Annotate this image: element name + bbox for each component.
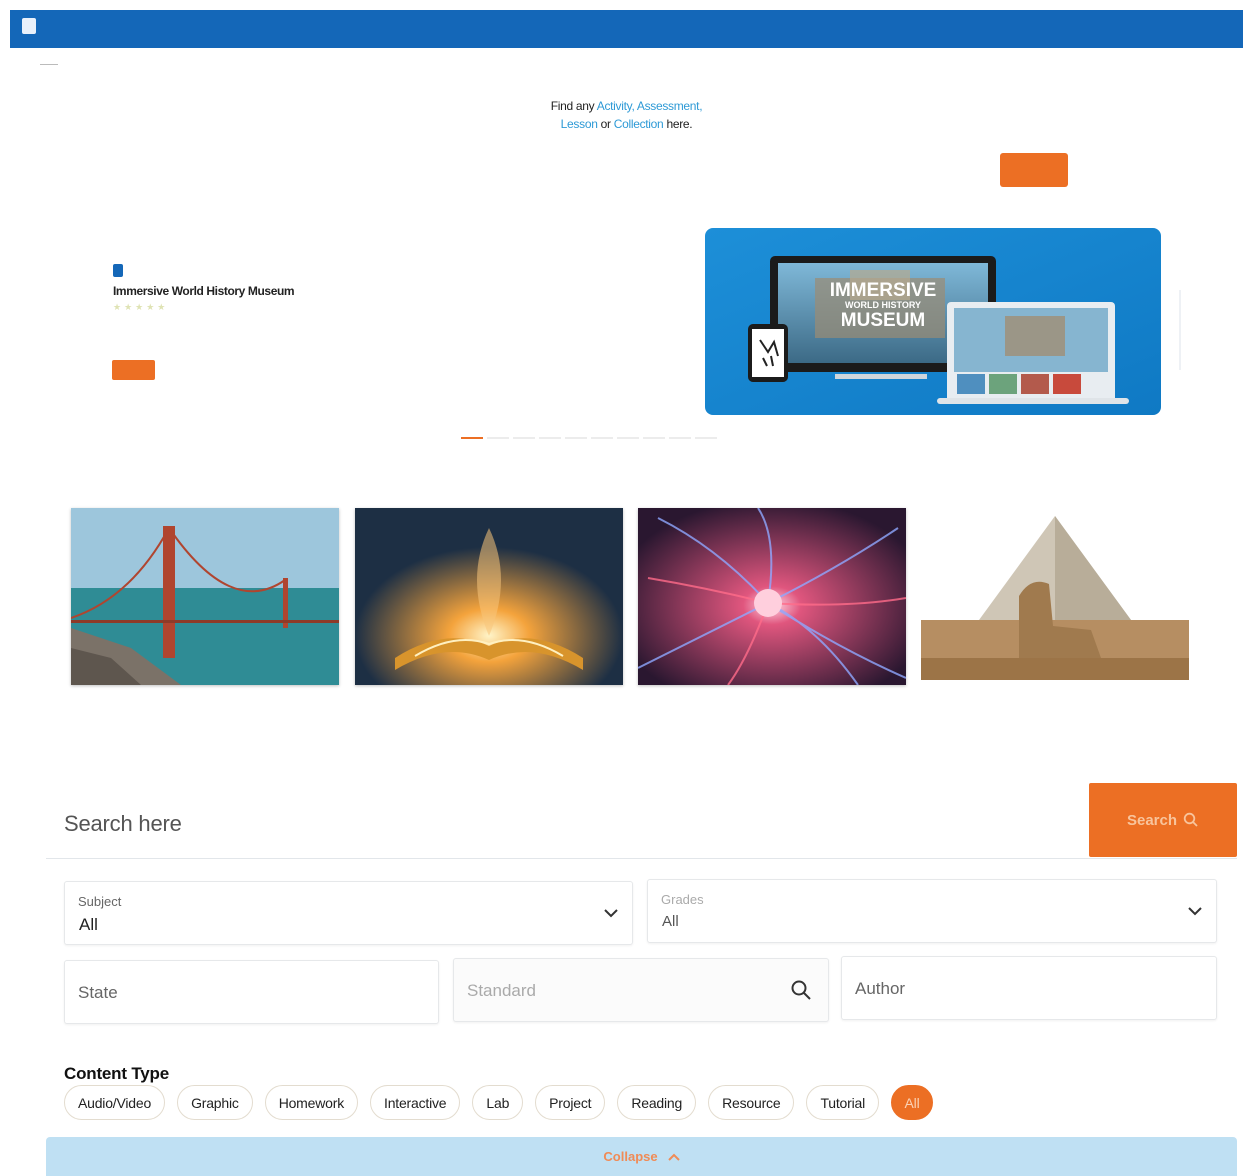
divider bbox=[40, 64, 58, 65]
collapse-label: Collapse bbox=[603, 1149, 658, 1164]
chip-all[interactable]: All bbox=[891, 1085, 934, 1120]
standard-label: Standard bbox=[467, 981, 536, 1000]
image-title-line1: IMMERSIVE bbox=[830, 280, 937, 301]
carousel-scroll[interactable] bbox=[1179, 290, 1181, 370]
subject-label: Subject bbox=[78, 894, 122, 909]
carousel-dot[interactable] bbox=[565, 437, 587, 439]
chip-tutorial[interactable]: Tutorial bbox=[806, 1085, 880, 1120]
chip-reading[interactable]: Reading bbox=[617, 1085, 697, 1120]
explore-button[interactable] bbox=[112, 360, 155, 380]
carousel-dot[interactable] bbox=[695, 437, 717, 439]
card-plasma[interactable] bbox=[638, 508, 906, 685]
carousel-dot[interactable] bbox=[487, 437, 509, 439]
lesson-link[interactable]: Lesson bbox=[561, 117, 598, 131]
chip-resource[interactable]: Resource bbox=[708, 1085, 795, 1120]
search-button-label: Search bbox=[1126, 811, 1178, 829]
grades-value: All bbox=[662, 913, 679, 930]
activity-link[interactable]: Activity bbox=[597, 99, 632, 113]
chip-homework[interactable]: Homework bbox=[264, 1085, 358, 1120]
top-bar bbox=[10, 10, 1243, 48]
carousel-dot[interactable] bbox=[513, 437, 535, 439]
chevron-down-icon bbox=[604, 909, 618, 918]
find-text: Find any bbox=[550, 99, 597, 113]
separator: , bbox=[699, 99, 703, 113]
chevron-down-icon bbox=[1188, 907, 1202, 916]
subject-select[interactable]: Subject All bbox=[64, 881, 633, 945]
assessment-link[interactable]: Assessment bbox=[637, 99, 700, 113]
search-button[interactable]: Search bbox=[1089, 783, 1237, 857]
featured-image[interactable]: IMMERSIVE WORLD HISTORY MUSEUM bbox=[705, 228, 1161, 415]
here-text: here. bbox=[663, 117, 693, 131]
carousel-dot[interactable] bbox=[591, 437, 613, 439]
carousel-dot[interactable] bbox=[461, 437, 483, 439]
author-field[interactable]: Author bbox=[841, 956, 1217, 1020]
image-title-line2: WORLD HISTORY bbox=[845, 300, 921, 310]
hero-search bbox=[190, 152, 1070, 188]
carousel-dots bbox=[461, 437, 717, 439]
grades-select[interactable]: Grades All bbox=[647, 879, 1217, 943]
content-type-title: Content Type bbox=[64, 1064, 169, 1083]
state-select[interactable]: State bbox=[64, 960, 439, 1024]
subject-value: All bbox=[79, 915, 98, 934]
carousel-dot[interactable] bbox=[643, 437, 665, 439]
logo-icon bbox=[22, 18, 36, 34]
search-icon bbox=[1183, 812, 1198, 827]
card-book[interactable] bbox=[355, 508, 623, 685]
chip-project[interactable]: Project bbox=[535, 1085, 606, 1120]
grades-label: Grades bbox=[661, 892, 704, 907]
search-icon[interactable] bbox=[790, 979, 812, 1001]
collection-link[interactable]: Collection bbox=[614, 117, 664, 131]
collapse-button[interactable]: Collapse bbox=[46, 1137, 1237, 1176]
logo[interactable] bbox=[22, 18, 42, 34]
search-bar: Search here Search bbox=[46, 783, 1237, 859]
standard-field[interactable]: Standard bbox=[453, 958, 829, 1022]
featured-title[interactable]: Immersive World History Museum bbox=[113, 284, 295, 298]
carousel-dot[interactable] bbox=[539, 437, 561, 439]
content-type-chips: Audio/Video Graphic Homework Interactive… bbox=[64, 1085, 934, 1120]
state-label: State bbox=[78, 983, 118, 1002]
rating-stars: ★★★★★ bbox=[113, 302, 169, 312]
chip-graphic[interactable]: Graphic bbox=[177, 1085, 253, 1120]
chip-interactive[interactable]: Interactive bbox=[370, 1085, 461, 1120]
search-input[interactable]: Search here bbox=[64, 811, 182, 837]
featured-badge bbox=[113, 264, 123, 277]
chip-audio-video[interactable]: Audio/Video bbox=[64, 1085, 166, 1120]
author-label: Author bbox=[855, 979, 906, 998]
carousel-dot[interactable] bbox=[617, 437, 639, 439]
or-text: or bbox=[597, 117, 614, 131]
hero-search-button[interactable] bbox=[1000, 153, 1068, 187]
card-pyramid[interactable] bbox=[921, 508, 1189, 685]
image-title-line3: MUSEUM bbox=[841, 310, 925, 331]
find-prompt: Find any Activity, Assessment, Lesson or… bbox=[0, 97, 1253, 133]
chip-lab[interactable]: Lab bbox=[472, 1085, 524, 1120]
card-bridge[interactable] bbox=[71, 508, 339, 685]
chevron-up-icon bbox=[667, 1153, 680, 1161]
carousel-dot[interactable] bbox=[669, 437, 691, 439]
